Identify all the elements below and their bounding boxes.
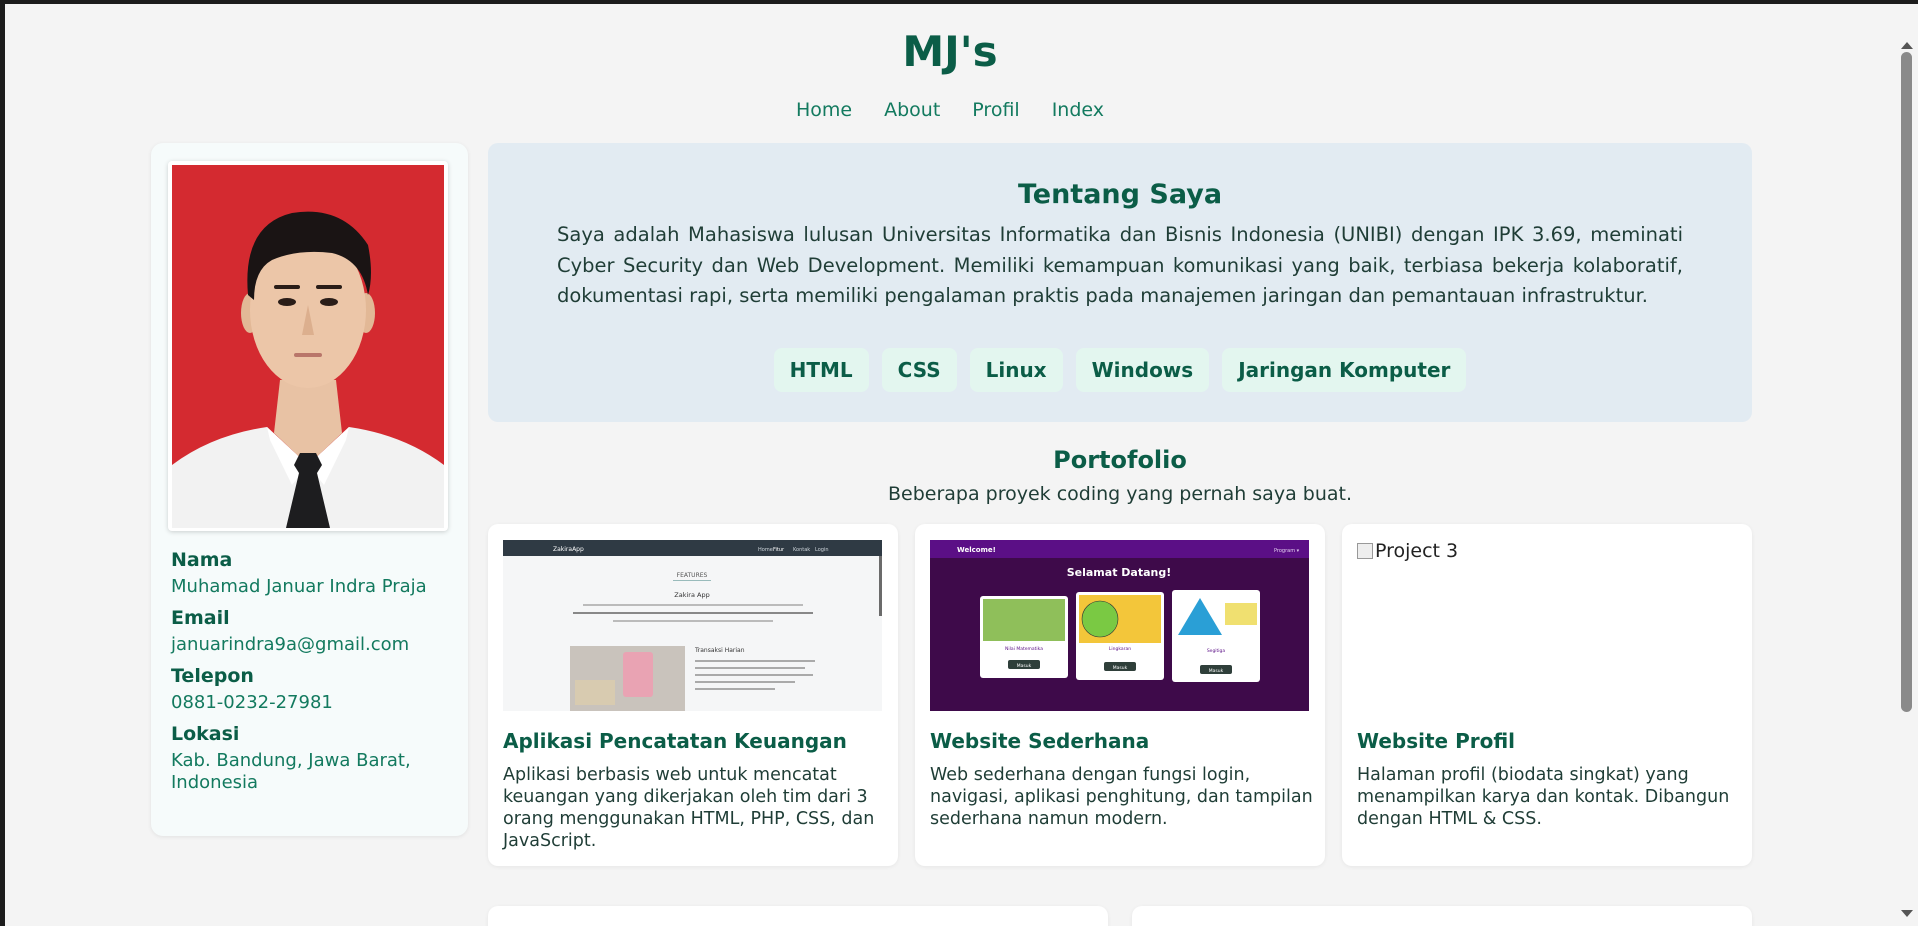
phone-value: 0881-0232-27981 xyxy=(171,692,333,713)
name-value: Muhamad Januar Indra Praja xyxy=(171,576,427,597)
main-nav: Home About Profil Index xyxy=(5,99,1895,121)
thumb-button-3: Masuk xyxy=(1209,668,1224,674)
project-description: Aplikasi berbasis web untuk mencatat keu… xyxy=(503,765,875,851)
about-text: Saya adalah Mahasiswa lulusan Universita… xyxy=(557,223,1683,307)
thumb-tile-triangle: Segitiga xyxy=(1207,648,1226,654)
skill-badge-linux: Linux xyxy=(969,348,1063,392)
thumb-nav-login: Login xyxy=(815,547,829,553)
name-label: Nama xyxy=(171,549,233,571)
page-viewport: MJ's Home About Profil Index Nama Muhama… xyxy=(5,4,1895,926)
project-thumbnail-alt: Project 3 xyxy=(1375,540,1459,562)
thumb-welcome: Welcome! xyxy=(957,546,996,554)
portfolio-title: Portofolio xyxy=(1053,446,1187,474)
email-value: januarindra9a@gmail.com xyxy=(171,634,410,655)
project-card-profile-website[interactable]: Project 3 Website Profil Halaman profil … xyxy=(1342,524,1752,866)
thumb-heading: Zakira App xyxy=(674,591,709,599)
phone-label: Telepon xyxy=(171,665,254,687)
vertical-scrollbar[interactable] xyxy=(1895,4,1918,926)
about-section: Tentang Saya Saya adalah Mahasiswa lulus… xyxy=(488,143,1752,422)
thumb-nav-fitur: Fitur xyxy=(773,547,785,553)
thumb-tile-circle: Lingkaran xyxy=(1109,646,1131,652)
thumb-tile-math: Nilai Matematika xyxy=(1005,646,1043,652)
location-label: Lokasi xyxy=(171,723,240,745)
next-card-left xyxy=(488,906,1108,926)
nav-profil-link[interactable]: Profil xyxy=(972,99,1019,121)
project-thumbnail-finance: ZakiraApp Home Fitur Kontak Login FEATUR… xyxy=(503,540,882,711)
thumb-section: FEATURES xyxy=(677,572,708,579)
project-title: Website Profil xyxy=(1357,729,1516,753)
profile-sidebar: Nama Muhamad Januar Indra Praja Email ja… xyxy=(151,143,468,836)
project-thumbnail-broken: Project 3 xyxy=(1357,540,1458,562)
scrollbar-thumb[interactable] xyxy=(1901,52,1912,712)
project-description: Web sederhana dengan fungsi login, navig… xyxy=(930,765,1313,829)
project-title: Aplikasi Pencatatan Keuangan xyxy=(503,729,847,753)
skill-badge-networking: Jaringan Komputer xyxy=(1222,348,1467,392)
email-label: Email xyxy=(171,607,230,629)
skill-badge-html: HTML xyxy=(773,348,869,392)
profile-info: Nama Muhamad Januar Indra Praja Email ja… xyxy=(171,548,456,794)
about-title: Tentang Saya xyxy=(1017,179,1223,210)
location-value: Kab. Bandung, Jawa Barat, Indonesia xyxy=(171,750,411,793)
project-card-simple-website[interactable]: Welcome! Program ▾ Selamat Datang! Nilai… xyxy=(915,524,1325,866)
thumb-button-2: Masuk xyxy=(1113,665,1128,671)
profile-photo xyxy=(168,161,448,531)
thumb-button-1: Masuk xyxy=(1017,663,1032,669)
profile-photo-image xyxy=(172,165,444,528)
thumb-feature: Transaksi Harian xyxy=(694,647,745,654)
project-title: Website Sederhana xyxy=(930,729,1150,753)
project-thumbnail-simple-website: Welcome! Program ▾ Selamat Datang! Nilai… xyxy=(930,540,1309,711)
thumb-heading: Selamat Datang! xyxy=(1067,566,1172,579)
scroll-up-arrow-icon[interactable] xyxy=(1901,42,1913,49)
nav-home-link[interactable]: Home xyxy=(796,99,852,121)
nav-about-link[interactable]: About xyxy=(884,99,940,121)
thumb-nav-kontak: Kontak xyxy=(793,547,810,553)
skill-badge-css: CSS xyxy=(881,348,957,392)
site-title: MJ's xyxy=(902,27,998,76)
scroll-down-arrow-icon[interactable] xyxy=(1901,910,1913,917)
next-card-right xyxy=(1132,906,1752,926)
thumb-nav-home: Home xyxy=(758,547,773,553)
broken-image-icon xyxy=(1357,543,1373,559)
nav-index-link[interactable]: Index xyxy=(1052,99,1104,121)
thumb-program: Program ▾ xyxy=(1274,548,1300,554)
portfolio-subtitle: Beberapa proyek coding yang pernah saya … xyxy=(887,483,1352,505)
project-card-finance[interactable]: ZakiraApp Home Fitur Kontak Login FEATUR… xyxy=(488,524,898,866)
skill-badge-windows: Windows xyxy=(1075,348,1210,392)
skills-list: HTML CSS Linux Windows Jaringan Komputer xyxy=(488,348,1752,392)
thumb-brand: ZakiraApp xyxy=(553,546,584,553)
project-description: Halaman profil (biodata singkat) yang me… xyxy=(1357,765,1730,829)
